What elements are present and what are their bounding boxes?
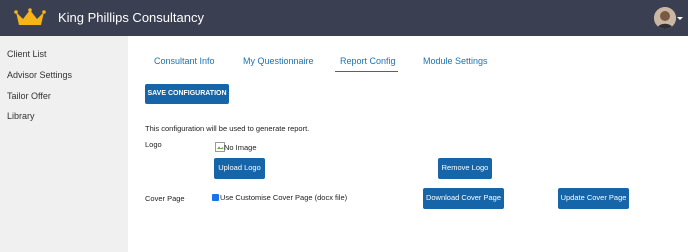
remove-logo-button[interactable]: Remove Logo [438,158,492,179]
user-avatar-icon[interactable] [654,7,676,29]
cover-page-label: Cover Page [145,194,185,203]
config-description: This configuration will be used to gener… [145,124,310,133]
sidebar-item-tailor-offer[interactable]: Tailor Offer [7,91,51,102]
customise-cover-checkbox[interactable] [212,194,219,207]
save-configuration-button[interactable]: SAVE CONFIGURATION [145,84,229,104]
brand-title: King Phillips Consultancy [58,10,204,25]
sidebar-item-client-list[interactable]: Client List [7,49,47,60]
tab-module-settings[interactable]: Module Settings [423,56,488,67]
sidebar-item-library[interactable]: Library [7,111,35,122]
customise-cover-checkbox-label[interactable]: Use Customise Cover Page (docx file) [220,193,347,203]
download-cover-page-button[interactable]: Download Cover Page [423,188,504,209]
sidebar-item-advisor-settings[interactable]: Advisor Settings [7,70,72,81]
upload-logo-button[interactable]: Upload Logo [214,158,265,179]
logo-label: Logo [145,140,162,149]
tab-consultant-info[interactable]: Consultant Info [154,56,215,67]
logo-image-alt-text: No Image [224,143,257,152]
sidebar: Client List Advisor Settings Tailor Offe… [0,36,128,252]
tab-my-questionnaire[interactable]: My Questionnaire [243,56,314,67]
crown-icon[interactable] [14,8,46,28]
active-tab-indicator [335,71,398,72]
update-cover-page-button[interactable]: Update Cover Page [558,188,629,209]
chevron-down-icon[interactable] [677,17,683,20]
top-navbar: King Phillips Consultancy [0,0,688,36]
check-icon [212,201,219,207]
tab-report-config[interactable]: Report Config [340,56,396,67]
